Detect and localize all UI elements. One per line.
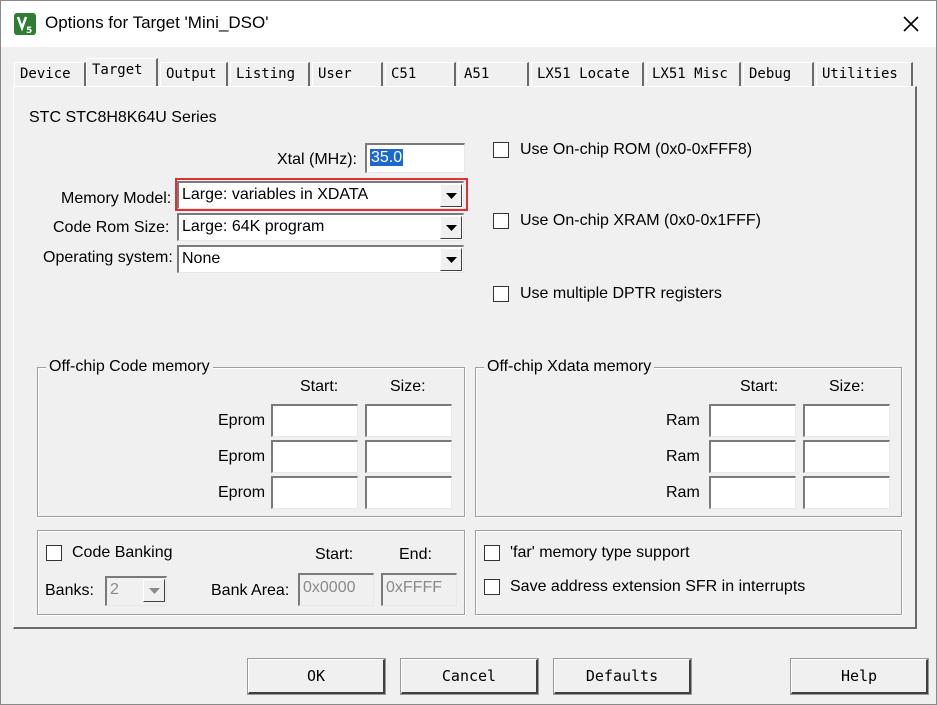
tab-user[interactable]: User bbox=[312, 62, 383, 86]
onchip-xram-label: Use On-chip XRAM (0x0-0x1FFF) bbox=[520, 212, 761, 229]
onchip-rom-label: Use On-chip ROM (0x0-0xFFF8) bbox=[520, 141, 753, 158]
eprom-start-input-1[interactable] bbox=[271, 404, 358, 437]
multiple-dptr-checkbox[interactable] bbox=[493, 286, 509, 302]
bank-area-start-input[interactable]: 0x0000 bbox=[298, 573, 374, 606]
ram-size-input-2[interactable] bbox=[803, 440, 890, 473]
code-rom-size-value: Large: 64K program bbox=[182, 218, 325, 235]
far-memory-label: 'far' memory type support bbox=[510, 544, 690, 561]
eprom-size-input-1[interactable] bbox=[365, 404, 452, 437]
code-banking-checkbox[interactable] bbox=[46, 545, 62, 561]
xtal-input[interactable]: 35.0 bbox=[365, 143, 465, 173]
highlight-box bbox=[175, 178, 468, 211]
tab-lx51-misc[interactable]: LX51 Misc bbox=[646, 62, 741, 86]
save-sfr-label: Save address extension SFR in interrupts bbox=[510, 578, 806, 595]
ram-label-2: Ram bbox=[666, 448, 700, 465]
chevron-down-icon[interactable] bbox=[440, 248, 462, 271]
ram-label-1: Ram bbox=[666, 412, 700, 429]
defaults-button[interactable]: Defaults bbox=[553, 658, 692, 695]
device-series-label: STC STC8H8K64U Series bbox=[29, 109, 217, 126]
chevron-down-icon[interactable] bbox=[440, 216, 462, 239]
chevron-down-icon[interactable] bbox=[143, 579, 165, 602]
far-memory-checkbox[interactable] bbox=[484, 545, 500, 561]
bank-start-header: Start: bbox=[315, 546, 354, 563]
cancel-button[interactable]: Cancel bbox=[400, 658, 539, 695]
ram-start-input-1[interactable] bbox=[709, 404, 796, 437]
uvision-icon: 5 bbox=[13, 12, 37, 36]
tab-utilities[interactable]: Utilities bbox=[816, 62, 913, 86]
eprom-label-1: Eprom bbox=[218, 412, 266, 429]
tab-listing[interactable]: Listing bbox=[230, 62, 310, 86]
ram-size-input-3[interactable] bbox=[803, 476, 890, 509]
options-dialog: 5 Options for Target 'Mini_DSO' Device T… bbox=[0, 0, 937, 705]
bank-area-label: Bank Area: bbox=[211, 582, 290, 599]
multiple-dptr-label: Use multiple DPTR registers bbox=[520, 285, 722, 302]
operating-system-value: None bbox=[182, 250, 221, 267]
xtal-value: 35.0 bbox=[370, 149, 404, 166]
code-rom-size-select[interactable]: Large: 64K program bbox=[177, 213, 464, 241]
banks-select[interactable]: 2 bbox=[105, 576, 167, 606]
ram-size-input-1[interactable] bbox=[803, 404, 890, 437]
xdata-start-header: Start: bbox=[740, 378, 779, 395]
code-size-header: Size: bbox=[390, 378, 426, 395]
bank-end-header: End: bbox=[399, 546, 432, 563]
eprom-label-3: Eprom bbox=[218, 484, 266, 501]
window-title: Options for Target 'Mini_DSO' bbox=[45, 13, 269, 32]
offchip-xdata-title: Off-chip Xdata memory bbox=[484, 358, 655, 376]
offchip-code-title: Off-chip Code memory bbox=[46, 358, 213, 376]
code-banking-label: Code Banking bbox=[72, 544, 173, 561]
banks-label: Banks: bbox=[45, 582, 94, 599]
tab-a51[interactable]: A51 bbox=[458, 62, 529, 86]
ram-start-input-3[interactable] bbox=[709, 476, 796, 509]
eprom-start-input-2[interactable] bbox=[271, 440, 358, 473]
code-start-header: Start: bbox=[300, 378, 339, 395]
operating-system-select[interactable]: None bbox=[177, 245, 464, 273]
tab-c51[interactable]: C51 bbox=[385, 62, 456, 86]
save-sfr-checkbox[interactable] bbox=[484, 579, 500, 595]
xdata-size-header: Size: bbox=[829, 378, 865, 395]
eprom-size-input-2[interactable] bbox=[365, 440, 452, 473]
misc-group bbox=[475, 530, 902, 615]
eprom-start-input-3[interactable] bbox=[271, 476, 358, 509]
onchip-rom-checkbox[interactable] bbox=[493, 142, 509, 158]
banks-value: 2 bbox=[110, 581, 119, 598]
ram-start-input-2[interactable] bbox=[709, 440, 796, 473]
close-icon[interactable] bbox=[894, 7, 928, 41]
tab-lx51-locate[interactable]: LX51 Locate bbox=[531, 62, 644, 86]
operating-system-label: Operating system: bbox=[43, 249, 173, 266]
tab-device[interactable]: Device bbox=[14, 62, 86, 86]
memory-model-label: Memory Model: bbox=[61, 190, 172, 207]
ok-button[interactable]: OK bbox=[247, 658, 386, 695]
code-rom-size-label: Code Rom Size: bbox=[53, 219, 170, 236]
tab-output[interactable]: Output bbox=[160, 62, 228, 86]
tab-debug[interactable]: Debug bbox=[743, 62, 814, 86]
eprom-label-2: Eprom bbox=[218, 448, 266, 465]
help-button[interactable]: Help bbox=[790, 658, 929, 695]
svg-text:5: 5 bbox=[26, 26, 32, 36]
bank-area-end-input[interactable]: 0xFFFF bbox=[381, 573, 457, 606]
tab-target[interactable]: Target bbox=[86, 58, 158, 86]
ram-label-3: Ram bbox=[666, 484, 700, 501]
title-bar: 5 Options for Target 'Mini_DSO' bbox=[1, 1, 936, 47]
xtal-label: Xtal (MHz): bbox=[277, 151, 357, 168]
eprom-size-input-3[interactable] bbox=[365, 476, 452, 509]
onchip-xram-checkbox[interactable] bbox=[493, 213, 509, 229]
